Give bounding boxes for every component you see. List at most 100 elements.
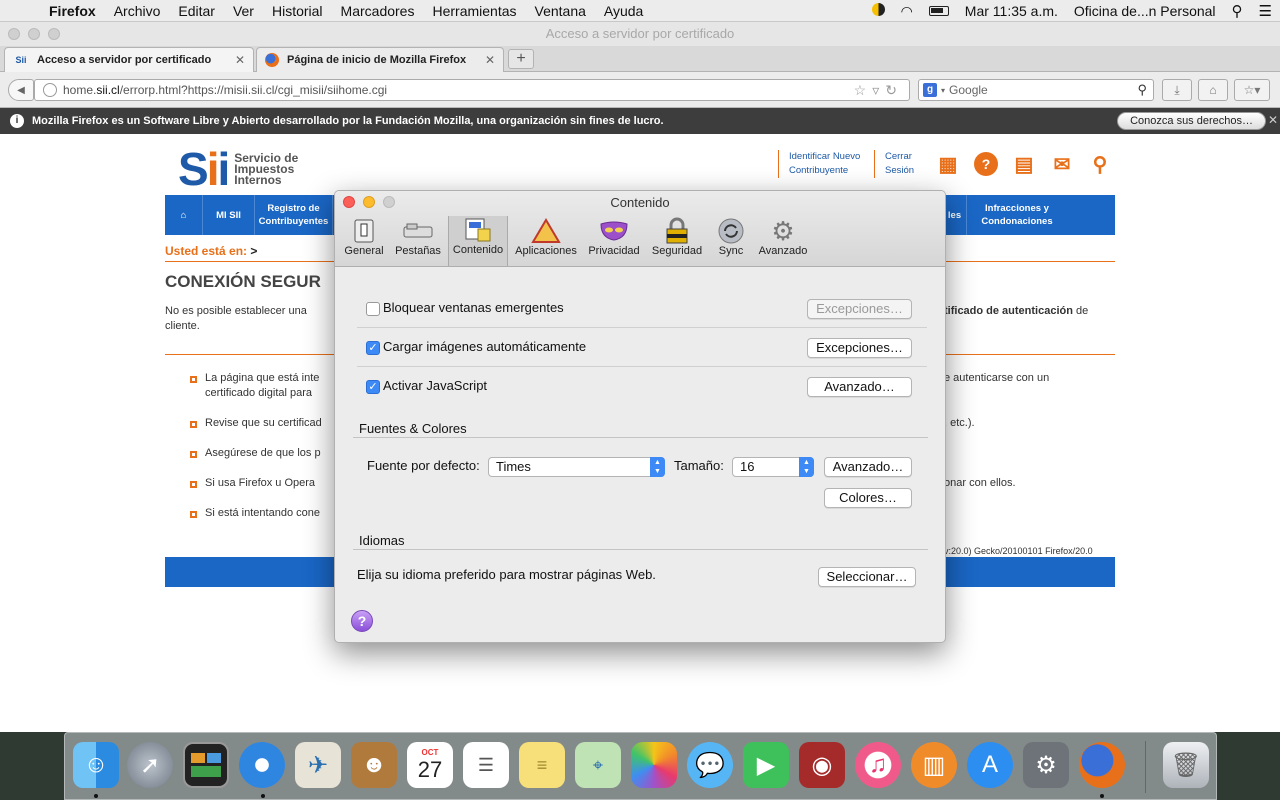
sync-icon xyxy=(716,217,746,245)
tab-pestanas[interactable]: Pestañas xyxy=(393,217,443,265)
dialog-title: Contenido xyxy=(610,195,670,210)
menu-historial[interactable]: Historial xyxy=(263,3,332,19)
zoom-window-icon[interactable] xyxy=(48,28,60,40)
close-tab-icon[interactable]: ✕ xyxy=(235,53,245,67)
sii-logo[interactable]: Sii Servicio de Impuestos Internos xyxy=(178,142,298,196)
tab-general[interactable]: General xyxy=(341,217,387,265)
battery-icon[interactable] xyxy=(921,3,957,19)
tab-avanzado[interactable]: ⚙ Avanzado xyxy=(757,216,809,265)
search-icon[interactable]: ⚲ xyxy=(1137,82,1147,98)
popup-exceptions-button: Excepciones… xyxy=(807,299,912,319)
messages-icon[interactable]: 💬 xyxy=(687,742,733,788)
calendar-icon[interactable]: OCT 27 xyxy=(407,742,453,788)
block-popups-label: Bloquear ventanas emergentes xyxy=(383,300,564,315)
home-icon[interactable]: ⌂ xyxy=(165,195,203,235)
default-font-select[interactable]: Times ▲ ▼ xyxy=(488,457,665,477)
contact-icon[interactable]: ✉ xyxy=(1050,152,1074,176)
help-button[interactable]: ? xyxy=(351,610,373,632)
photos-icon[interactable] xyxy=(631,742,677,788)
tab-sync[interactable]: Sync xyxy=(709,217,753,265)
firefox-icon[interactable] xyxy=(1079,742,1125,788)
nav-mi-sii[interactable]: MI SII xyxy=(203,195,255,235)
help-icon[interactable]: ? xyxy=(974,152,998,176)
javascript-advanced-button[interactable]: Avanzado… xyxy=(807,377,912,397)
bookmark-star-icon[interactable]: ☆ xyxy=(854,82,873,98)
clock[interactable]: Mar 11:35 a.m. xyxy=(957,3,1066,19)
notes-icon[interactable]: ≡ xyxy=(519,742,565,788)
select-language-button[interactable]: Seleccionar… xyxy=(818,567,916,587)
tab-mozilla-inicio[interactable]: Página de inicio de Mozilla Firefox ✕ xyxy=(256,47,504,72)
engine-dropdown-icon[interactable]: ▾ xyxy=(941,86,945,95)
tab-seguridad[interactable]: Seguridad xyxy=(649,217,705,265)
google-engine-icon[interactable]: g xyxy=(923,83,937,97)
system-preferences-icon[interactable]: ⚙ xyxy=(1023,742,1069,788)
home-button[interactable]: ⌂ xyxy=(1198,79,1228,101)
tab-aplicaciones[interactable]: Aplicaciones xyxy=(513,217,579,265)
calendar-icon[interactable]: ▦ xyxy=(936,152,960,176)
menu-firefox[interactable]: Firefox xyxy=(40,3,105,19)
block-popups-checkbox[interactable] xyxy=(366,302,380,316)
select-arrows-icon: ▲ ▼ xyxy=(650,457,665,477)
safari-icon[interactable] xyxy=(239,742,285,788)
search-icon[interactable]: ⚲ xyxy=(1088,152,1112,176)
itunes-icon[interactable]: ♫ xyxy=(855,742,901,788)
images-exceptions-button[interactable]: Excepciones… xyxy=(807,338,912,358)
nav-infracciones[interactable]: Infracciones y Condonaciones xyxy=(967,195,1067,235)
menu-archivo[interactable]: Archivo xyxy=(105,3,170,19)
tab-acceso-servidor[interactable]: Sii Acceso a servidor por certificado ✕ xyxy=(4,47,254,72)
tab-contenido[interactable]: Contenido xyxy=(448,216,508,266)
downloads-button[interactable]: ⤓ xyxy=(1162,79,1192,101)
facetime-icon[interactable]: ▶ xyxy=(743,742,789,788)
identify-contributor-link[interactable]: Identificar Nuevo Contribuyente xyxy=(778,150,860,178)
nav-item-partial-2[interactable]: les xyxy=(943,195,967,235)
logout-link[interactable]: Cerrar Sesión xyxy=(874,150,914,178)
back-button[interactable]: ◀ xyxy=(8,79,34,101)
finder-icon[interactable]: ☺ xyxy=(73,742,119,788)
user-menu[interactable]: Oficina de...n Personal xyxy=(1066,3,1224,19)
documents-icon[interactable]: ▤ xyxy=(1012,152,1036,176)
tab-privacidad[interactable]: Privacidad xyxy=(585,217,643,265)
menu-ver[interactable]: Ver xyxy=(224,3,263,19)
trash-icon[interactable]: 🗑 xyxy=(1163,742,1209,788)
menu-herramientas[interactable]: Herramientas xyxy=(423,3,525,19)
minimize-window-icon[interactable] xyxy=(28,28,40,40)
menu-editar[interactable]: Editar xyxy=(169,3,224,19)
new-tab-button[interactable]: + xyxy=(508,49,534,69)
menu-marcadores[interactable]: Marcadores xyxy=(332,3,424,19)
bookmarks-menu-button[interactable]: ☆▾ xyxy=(1234,79,1270,101)
font-size-select[interactable]: 16 ▲ ▼ xyxy=(732,457,814,477)
close-tab-icon[interactable]: ✕ xyxy=(485,53,495,67)
close-notification-icon[interactable]: ✕ xyxy=(1268,113,1278,127)
photo-booth-icon[interactable]: ◉ xyxy=(799,742,845,788)
tabs-icon xyxy=(403,217,433,245)
menu-ventana[interactable]: Ventana xyxy=(526,3,595,19)
nav-registro[interactable]: Registro de Contribuyentes xyxy=(255,195,333,235)
load-images-checkbox[interactable]: ✓ xyxy=(366,341,380,355)
app-store-icon[interactable]: A xyxy=(967,742,1013,788)
javascript-checkbox[interactable]: ✓ xyxy=(366,380,380,394)
colors-button[interactable]: Colores… xyxy=(824,488,912,508)
firefox-favicon-icon xyxy=(265,53,279,67)
close-window-icon[interactable] xyxy=(8,28,20,40)
globe-icon[interactable] xyxy=(43,83,57,97)
spotlight-icon[interactable]: ⚲ xyxy=(1224,2,1251,20)
mail-icon[interactable]: ✈ xyxy=(295,742,341,788)
notification-center-icon[interactable]: ☰ xyxy=(1251,2,1280,20)
notification-text: Mozilla Firefox es un Software Libre y A… xyxy=(32,115,664,127)
reminders-icon[interactable]: ☰ xyxy=(463,742,509,788)
contacts-icon[interactable]: ☻ xyxy=(351,742,397,788)
wifi-icon[interactable]: ◠ xyxy=(893,3,921,20)
menu-ayuda[interactable]: Ayuda xyxy=(595,3,652,19)
search-bar[interactable]: g ▾ Google ⚲ xyxy=(918,79,1154,101)
know-rights-button[interactable]: Conozca sus derechos… xyxy=(1117,112,1266,130)
status-icon[interactable] xyxy=(864,3,893,19)
history-dropdown-icon[interactable]: ▿ xyxy=(872,82,885,98)
launchpad-icon[interactable]: ➚ xyxy=(127,742,173,788)
reload-icon[interactable]: ↻ xyxy=(885,82,903,98)
maps-icon[interactable]: ⌖ xyxy=(575,742,621,788)
mission-control-icon[interactable] xyxy=(183,742,229,788)
fonts-advanced-button[interactable]: Avanzado… xyxy=(824,457,912,477)
ibooks-icon[interactable]: ▥ xyxy=(911,742,957,788)
load-images-label: Cargar imágenes automáticamente xyxy=(383,339,587,354)
url-bar[interactable]: home.sii.cl/errorp.html?https://misii.si… xyxy=(34,79,910,101)
